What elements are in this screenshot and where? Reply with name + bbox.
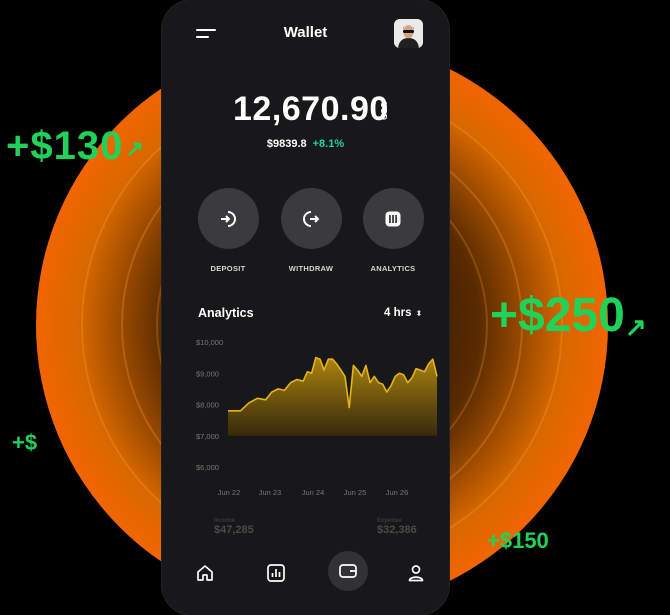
stats-icon: [267, 564, 285, 582]
withdraw-label: WITHDRAW: [288, 264, 334, 273]
arrow-up-right-icon: ↗: [125, 136, 145, 161]
y-tick-label: $6,000: [196, 463, 219, 472]
currency-label: USD: [379, 102, 388, 121]
x-tick-label: Jun 24: [302, 488, 325, 497]
deposit-label: DEPOSIT: [210, 264, 246, 273]
range-value: 4 hrs: [384, 307, 412, 319]
profile-icon: [408, 565, 424, 582]
x-tick-label: Jun 26: [386, 488, 409, 497]
change-percent: +8.1%: [312, 138, 345, 150]
up-down-icon: ⬍: [415, 309, 423, 318]
wallet-icon: [339, 564, 357, 578]
y-tick-label: $9,000: [196, 369, 219, 378]
usd-value: $9839.8: [266, 138, 307, 150]
y-tick-label: $8,000: [196, 401, 219, 410]
y-tick-label: $7,000: [196, 432, 219, 441]
avatar[interactable]: [394, 19, 423, 48]
home-icon: [197, 565, 213, 581]
income-value: $47,285: [214, 524, 254, 536]
phone-frame: Wallet 12,670.90 USD $9839.8 +8.1% DEPOSI…: [162, 0, 449, 615]
nav-wallet[interactable]: [328, 551, 368, 591]
balance-amount: 12,670.90: [233, 90, 389, 128]
analytics-icon: [385, 211, 401, 226]
analytics-title: Analytics: [198, 306, 254, 320]
x-tick-label: Jun 25: [344, 488, 367, 497]
top-bar: Wallet: [162, 0, 449, 70]
deposit-button[interactable]: DEPOSIT: [196, 188, 260, 273]
expense-value: $32,386: [377, 524, 417, 536]
floating-amount-left: +$130↗: [6, 124, 145, 168]
y-tick-label: $10,000: [196, 338, 223, 347]
balance-row: 12,670.90: [162, 90, 449, 134]
x-tick-label: Jun 22: [218, 488, 241, 497]
floating-amount-small-right: +$150: [487, 528, 549, 553]
withdraw-icon: [303, 210, 320, 227]
analytics-button[interactable]: ANALYTICS: [361, 188, 425, 273]
deposit-icon: [221, 210, 236, 227]
income-summary: Income $47,285: [214, 518, 254, 536]
price-area: [228, 357, 437, 436]
nav-profile[interactable]: [398, 555, 434, 591]
arrow-up-right-icon: ↗: [624, 312, 647, 342]
analytics-label: ANALYTICS: [370, 264, 416, 273]
withdraw-button[interactable]: WITHDRAW: [279, 188, 343, 273]
floating-amount-small-left: +$: [12, 430, 38, 455]
bottom-nav: [162, 547, 449, 597]
x-tick-label: Jun 23: [259, 488, 282, 497]
expense-summary: Expense $32,386: [377, 518, 417, 536]
balance-subrow: $9839.8 +8.1%: [162, 138, 449, 150]
nav-home[interactable]: [187, 555, 223, 591]
nav-stats[interactable]: [258, 555, 294, 591]
floating-amount-right: +$250↗: [490, 289, 647, 342]
analytics-chart: $10,000 $9,000 $8,000 $7,000 $6,000 Jun 22 Jun…: [196, 338, 438, 497]
range-selector[interactable]: 4 hrs ⬍: [384, 307, 422, 319]
